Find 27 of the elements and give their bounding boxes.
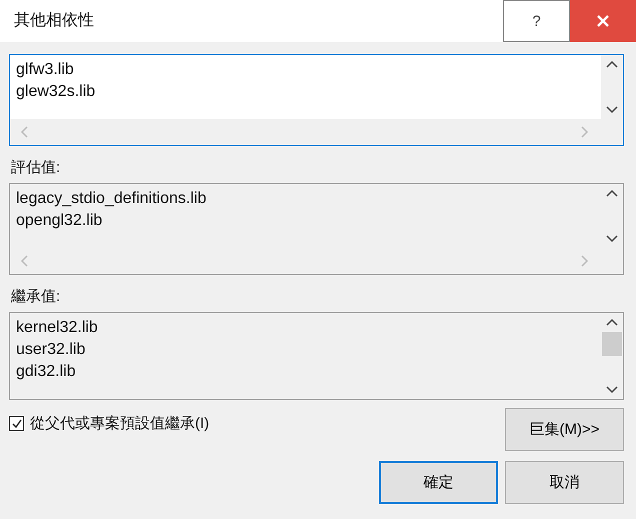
scroll-down-icon[interactable] xyxy=(606,106,618,114)
list-line: gdi32.lib xyxy=(16,362,77,382)
scroll-up-icon[interactable] xyxy=(606,60,618,68)
close-icon xyxy=(596,14,610,28)
list-line: kernel32.lib xyxy=(16,318,99,338)
list-field[interactable]: legacy_stdio_definitions.lib opengl32.lib xyxy=(9,183,624,275)
list-line: glew32s.lib xyxy=(16,82,96,102)
scrollbar-thumb[interactable] xyxy=(602,332,622,356)
dialog-button[interactable]: 取消 xyxy=(505,461,624,504)
list-line: user32.lib xyxy=(16,340,86,360)
field-label: 評估值: xyxy=(11,158,62,177)
list-field[interactable]: glfw3.lib glew32s.lib xyxy=(9,54,624,146)
list-line: legacy_stdio_definitions.lib xyxy=(16,189,208,209)
scroll-up-icon[interactable] xyxy=(606,189,618,197)
window-title: 其他相依性 xyxy=(13,10,95,31)
checkbox[interactable] xyxy=(9,416,24,431)
list-field[interactable]: kernel32.lib user32.lib gdi32.lib xyxy=(9,312,624,400)
close-button[interactable] xyxy=(570,0,636,42)
scroll-down-icon[interactable] xyxy=(606,386,618,394)
list-line: glfw3.lib xyxy=(16,60,75,80)
dialog-button[interactable]: 確定 xyxy=(379,461,498,504)
macro-button[interactable]: 巨集(M)>> xyxy=(505,408,624,451)
list-line: opengl32.lib xyxy=(16,211,104,231)
scroll-down-icon[interactable] xyxy=(606,235,618,243)
scroll-up-icon[interactable] xyxy=(606,318,618,326)
field-label: 繼承值: xyxy=(11,287,62,306)
help-button[interactable]: ? xyxy=(503,0,570,42)
